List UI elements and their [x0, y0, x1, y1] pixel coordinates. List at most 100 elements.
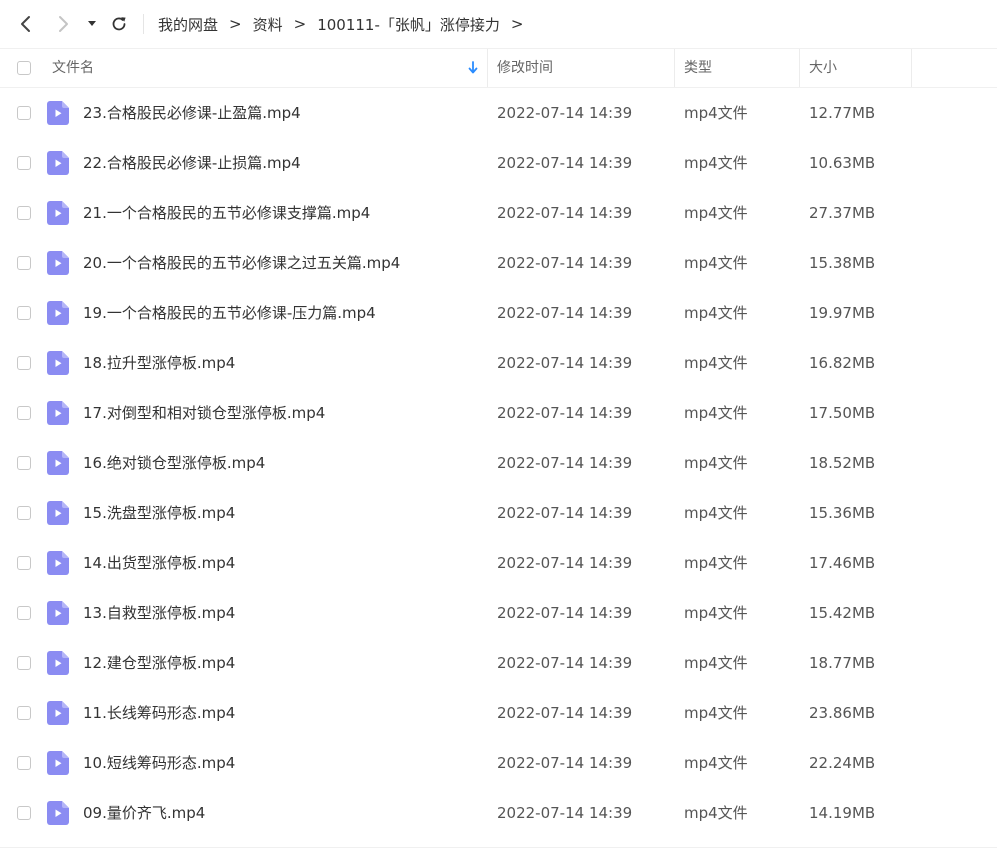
row-checkbox[interactable]: [17, 606, 31, 620]
video-file-icon: [47, 601, 69, 625]
file-size: 16.82MB: [809, 354, 876, 372]
file-name[interactable]: 23.合格股民必修课-止盈篇.mp4: [83, 88, 301, 138]
row-checkbox[interactable]: [17, 706, 31, 720]
file-type: mp4文件: [684, 554, 748, 572]
file-row[interactable]: 21.一个合格股民的五节必修课支撑篇.mp4 2022-07-14 14:39 …: [0, 188, 997, 238]
file-type: mp4文件: [684, 804, 748, 822]
file-row[interactable]: 09.量价齐飞.mp4 2022-07-14 14:39 mp4文件 14.19…: [0, 788, 997, 838]
column-divider[interactable]: [911, 49, 912, 87]
file-name[interactable]: 18.拉升型涨停板.mp4: [83, 338, 235, 388]
arrow-down-icon[interactable]: [467, 61, 479, 75]
file-type: mp4文件: [684, 504, 748, 522]
file-name[interactable]: 22.合格股民必修课-止损篇.mp4: [83, 138, 301, 188]
row-checkbox[interactable]: [17, 206, 31, 220]
file-size: 10.63MB: [809, 154, 876, 172]
row-checkbox[interactable]: [17, 256, 31, 270]
file-modified-time: 2022-07-14 14:39: [497, 104, 633, 122]
file-name[interactable]: 19.一个合格股民的五节必修课-压力篇.mp4: [83, 288, 376, 338]
breadcrumb-item-current-folder[interactable]: 100111-「张帆」涨停接力: [317, 14, 500, 35]
file-type: mp4文件: [684, 104, 748, 122]
video-file-icon: [47, 551, 69, 575]
file-row[interactable]: 10.短线筹码形态.mp4 2022-07-14 14:39 mp4文件 22.…: [0, 738, 997, 788]
file-size: 15.36MB: [809, 504, 876, 522]
file-type: mp4文件: [684, 604, 748, 622]
file-size: 14.19MB: [809, 804, 876, 822]
file-row[interactable]: 20.一个合格股民的五节必修课之过五关篇.mp4 2022-07-14 14:3…: [0, 238, 997, 288]
file-name[interactable]: 15.洗盘型涨停板.mp4: [83, 488, 235, 538]
file-type: mp4文件: [684, 354, 748, 372]
refresh-button[interactable]: [107, 12, 131, 36]
file-row[interactable]: 13.自救型涨停板.mp4 2022-07-14 14:39 mp4文件 15.…: [0, 588, 997, 638]
row-checkbox[interactable]: [17, 806, 31, 820]
select-all-checkbox[interactable]: [17, 61, 31, 75]
file-size: 23.86MB: [809, 704, 876, 722]
file-name[interactable]: 10.短线筹码形态.mp4: [83, 738, 235, 788]
file-name[interactable]: 11.长线筹码形态.mp4: [83, 688, 235, 738]
file-name[interactable]: 16.绝对锁仓型涨停板.mp4: [83, 438, 265, 488]
column-divider[interactable]: [487, 49, 488, 87]
file-name[interactable]: 13.自救型涨停板.mp4: [83, 588, 235, 638]
file-size: 17.50MB: [809, 404, 876, 422]
video-file-icon: [47, 401, 69, 425]
file-row[interactable]: 22.合格股民必修课-止损篇.mp4 2022-07-14 14:39 mp4文…: [0, 138, 997, 188]
breadcrumb-item-materials[interactable]: 资料: [253, 14, 283, 35]
file-row[interactable]: 15.洗盘型涨停板.mp4 2022-07-14 14:39 mp4文件 15.…: [0, 488, 997, 538]
file-name[interactable]: 09.量价齐飞.mp4: [83, 788, 205, 838]
column-divider[interactable]: [674, 49, 675, 87]
file-name[interactable]: 14.出货型涨停板.mp4: [83, 538, 235, 588]
breadcrumb-separator: >: [293, 15, 307, 33]
file-name[interactable]: 17.对倒型和相对锁仓型涨停板.mp4: [83, 388, 325, 438]
file-name[interactable]: 20.一个合格股民的五节必修课之过五关篇.mp4: [83, 238, 400, 288]
file-row[interactable]: 14.出货型涨停板.mp4 2022-07-14 14:39 mp4文件 17.…: [0, 538, 997, 588]
file-type: mp4文件: [684, 304, 748, 322]
video-file-icon: [47, 301, 69, 325]
row-checkbox[interactable]: [17, 756, 31, 770]
video-file-icon: [47, 751, 69, 775]
video-file-icon: [47, 801, 69, 825]
back-button[interactable]: [15, 12, 37, 36]
video-file-icon: [47, 251, 69, 275]
file-row[interactable]: 23.合格股民必修课-止盈篇.mp4 2022-07-14 14:39 mp4文…: [0, 88, 997, 138]
file-modified-time: 2022-07-14 14:39: [497, 154, 633, 172]
column-header-type[interactable]: 类型: [684, 49, 712, 87]
row-checkbox[interactable]: [17, 556, 31, 570]
file-row[interactable]: 18.拉升型涨停板.mp4 2022-07-14 14:39 mp4文件 16.…: [0, 338, 997, 388]
row-checkbox[interactable]: [17, 306, 31, 320]
row-checkbox[interactable]: [17, 656, 31, 670]
row-checkbox[interactable]: [17, 456, 31, 470]
file-row[interactable]: 17.对倒型和相对锁仓型涨停板.mp4 2022-07-14 14:39 mp4…: [0, 388, 997, 438]
file-modified-time: 2022-07-14 14:39: [497, 504, 633, 522]
row-checkbox[interactable]: [17, 406, 31, 420]
row-checkbox[interactable]: [17, 506, 31, 520]
list-bottom-divider: [0, 847, 997, 848]
video-file-icon: [47, 451, 69, 475]
file-modified-time: 2022-07-14 14:39: [497, 454, 633, 472]
file-size: 12.77MB: [809, 104, 876, 122]
column-header-modified[interactable]: 修改时间: [497, 49, 553, 87]
row-checkbox[interactable]: [17, 356, 31, 370]
file-row[interactable]: 16.绝对锁仓型涨停板.mp4 2022-07-14 14:39 mp4文件 1…: [0, 438, 997, 488]
forward-button[interactable]: [52, 12, 74, 36]
file-size: 15.42MB: [809, 604, 876, 622]
row-checkbox[interactable]: [17, 106, 31, 120]
file-row[interactable]: 11.长线筹码形态.mp4 2022-07-14 14:39 mp4文件 23.…: [0, 688, 997, 738]
file-size: 22.24MB: [809, 754, 876, 772]
file-modified-time: 2022-07-14 14:39: [497, 204, 633, 222]
file-name[interactable]: 12.建仓型涨停板.mp4: [83, 638, 235, 688]
column-header-size[interactable]: 大小: [809, 49, 837, 87]
column-divider[interactable]: [799, 49, 800, 87]
row-checkbox[interactable]: [17, 156, 31, 170]
file-type: mp4文件: [684, 204, 748, 222]
video-file-icon: [47, 201, 69, 225]
breadcrumb-item-my-drive[interactable]: 我的网盘: [158, 14, 218, 35]
column-header-name[interactable]: 文件名: [52, 49, 487, 87]
file-row[interactable]: 19.一个合格股民的五节必修课-压力篇.mp4 2022-07-14 14:39…: [0, 288, 997, 338]
breadcrumb: 我的网盘 > 资料 > 100111-「张帆」涨停接力 >: [158, 0, 534, 48]
file-type: mp4文件: [684, 254, 748, 272]
file-name[interactable]: 21.一个合格股民的五节必修课支撑篇.mp4: [83, 188, 370, 238]
file-modified-time: 2022-07-14 14:39: [497, 754, 633, 772]
file-type: mp4文件: [684, 754, 748, 772]
file-row[interactable]: 12.建仓型涨停板.mp4 2022-07-14 14:39 mp4文件 18.…: [0, 638, 997, 688]
video-file-icon: [47, 701, 69, 725]
history-dropdown-button[interactable]: [82, 12, 102, 36]
